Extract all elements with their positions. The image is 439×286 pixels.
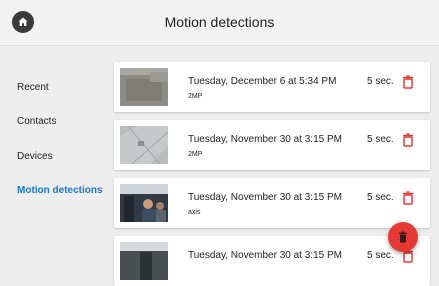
- detection-thumbnail: [120, 68, 168, 106]
- trash-icon[interactable]: [402, 191, 414, 205]
- detection-thumbnail: [120, 184, 168, 222]
- detection-duration: 5 sec.: [367, 250, 394, 261]
- detection-duration: 5 sec.: [367, 76, 394, 87]
- sidebar-item-motion-detections[interactable]: Motion detections: [17, 185, 103, 196]
- detection-source: 2MP: [188, 93, 203, 100]
- trash-icon[interactable]: [402, 75, 414, 89]
- delete-icon: [399, 231, 407, 243]
- detection-card[interactable]: Tuesday, November 30 at 3:15 PM axis 5 s…: [114, 178, 430, 228]
- delete-all-fab[interactable]: [388, 222, 418, 252]
- detection-card[interactable]: Tuesday, December 6 at 5:34 PM 2MP 5 sec…: [114, 62, 430, 112]
- detection-source: axis: [188, 209, 201, 216]
- detection-card[interactable]: Tuesday, November 30 at 3:15 PM 2MP 5 se…: [114, 120, 430, 170]
- detection-date: Tuesday, November 30 at 3:15 PM: [188, 250, 342, 261]
- detection-duration: 5 sec.: [367, 134, 394, 145]
- sidebar: Recent Contacts Devices Motion detection…: [0, 46, 112, 261]
- detection-duration: 5 sec.: [367, 192, 394, 203]
- top-bar: Motion detections: [0, 0, 439, 46]
- page-title: Motion detections: [164, 14, 275, 30]
- detection-thumbnail: [120, 126, 168, 164]
- sidebar-item-recent[interactable]: Recent: [17, 82, 49, 93]
- detection-card[interactable]: Tuesday, November 30 at 3:15 PM 5 sec.: [114, 236, 430, 286]
- sidebar-item-devices[interactable]: Devices: [17, 151, 53, 162]
- detection-date: Tuesday, November 30 at 3:15 PM: [188, 192, 342, 203]
- detection-date: Tuesday, November 30 at 3:15 PM: [188, 134, 342, 145]
- trash-icon[interactable]: [402, 133, 414, 147]
- detection-thumbnail: [120, 242, 168, 280]
- detection-date: Tuesday, December 6 at 5:34 PM: [188, 76, 337, 87]
- detection-source: 2MP: [188, 151, 203, 158]
- sidebar-item-contacts[interactable]: Contacts: [17, 116, 56, 127]
